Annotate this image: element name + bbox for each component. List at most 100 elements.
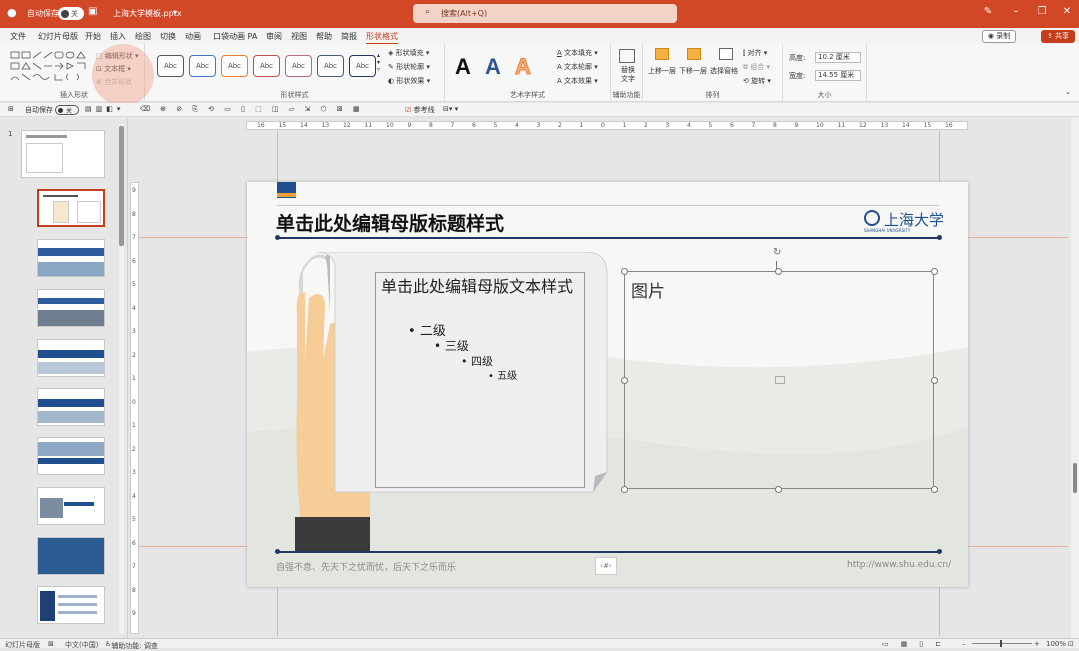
resize-handle-e[interactable] [931,377,938,384]
close-icon[interactable]: ✕ [1059,6,1075,17]
shape-style-7[interactable]: Abc [349,55,376,77]
tab-shape-format[interactable]: 形状格式 [366,31,398,45]
resize-handle-ne[interactable] [931,268,938,275]
tab-help[interactable]: 帮助 [316,31,332,42]
selection-pane-icon[interactable] [719,48,733,60]
wordart-style-blue[interactable]: A [485,54,501,80]
zoom-in-button[interactable]: + [1034,640,1040,648]
thumbnail-layout-4[interactable] [37,339,105,377]
slide-number-placeholder[interactable]: ‹#› [595,557,617,575]
tab-file[interactable]: 文件 [10,31,26,42]
text-outline-button[interactable]: A 文本轮廓 ▾ [557,62,598,72]
tab-transitions[interactable]: 切换 [160,31,176,42]
thumbnail-layout-8[interactable] [37,537,105,575]
share-button[interactable]: ⇪ 共享 [1041,30,1075,43]
resize-handle-s[interactable] [775,486,782,493]
tab-draw[interactable]: 绘图 [135,31,151,42]
thumbnail-layout-6[interactable] [37,437,105,475]
content-placeholder[interactable]: 单击此处编辑母版文本样式 • 二级 • 三级 • 四级 • 五级 [375,272,585,488]
text-level-1[interactable]: 单击此处编辑母版文本样式 [381,277,581,297]
tab-home[interactable]: 开始 [85,31,101,42]
text-level-3[interactable]: • 三级 [434,337,469,354]
wordart-style-orange[interactable]: A [515,54,532,80]
tab-review[interactable]: 审阅 [266,31,282,42]
shape-style-4[interactable]: Abc [253,55,280,77]
view-buttons[interactable]: ▭▦▯⊏ [882,640,953,648]
pen-icon[interactable]: ✎ [980,6,996,17]
align-button[interactable]: ⫿ 对齐 ▾ [743,48,767,58]
tab-animations[interactable]: 动画 [185,31,201,42]
resize-handle-w[interactable] [621,377,628,384]
tab-insert[interactable]: 插入 [110,31,126,42]
thumbnail-layout-7[interactable] [37,487,105,525]
text-effects-button[interactable]: A 文本效果 ▾ [557,76,598,86]
thumbnail-layout-2[interactable] [37,239,105,277]
shape-style-5[interactable]: Abc [285,55,312,77]
zoom-level[interactable]: 100% [1046,640,1066,648]
zoom-out-button[interactable]: – [962,640,966,648]
search-input[interactable]: ⌕ 搜索(Alt+Q) [413,4,677,23]
qat-icons-a[interactable]: ▤▥◧▾ [85,105,124,113]
tab-slide-master[interactable]: 幻灯片母版 [38,31,78,42]
main-scrollbar[interactable] [1071,118,1079,638]
qat-icons-b[interactable]: ⌫ ⊕ ⊘ ⎘ ⟲ ▭ ▯ ⬚ ◫ ▱ ⇲ ⬡ ⊠ ▦ [140,105,364,114]
send-backward-button[interactable]: 下移一层 [679,66,707,76]
picture-placeholder[interactable]: 图片 [624,271,934,489]
thumbnail-layout-5[interactable] [37,388,105,426]
selection-pane-button[interactable]: 选择窗格 [710,66,738,76]
resize-handle-nw[interactable] [621,268,628,275]
reference-line-checkbox[interactable]: ☑ 参考线 [405,105,435,115]
save-icon[interactable]: ▣ [88,6,97,17]
thumbnail-scroll-thumb[interactable] [119,126,124,246]
wordart-style-black[interactable]: A [455,54,471,80]
qat-autosave-toggle[interactable]: 关 [55,105,79,115]
minimize-icon[interactable]: – [1008,6,1024,17]
bring-forward-icon[interactable] [655,48,669,60]
zoom-slider-thumb[interactable] [1000,640,1002,647]
file-name[interactable]: 上海大学模板.pptx [113,8,182,19]
tab-pocket-animation[interactable]: 口袋动画 PA [213,31,257,42]
width-input[interactable]: 14.55 厘米 [815,70,861,81]
resize-handle-se[interactable] [931,486,938,493]
text-fill-button[interactable]: A 文本填充 ▾ [557,48,598,58]
text-level-5[interactable]: • 五级 [488,367,517,382]
thumbnail-layout-3[interactable] [37,289,105,327]
shape-effects-button[interactable]: ◐ 形状效果 ▾ [388,76,430,86]
thumbnail-layout-9[interactable] [37,586,105,624]
height-input[interactable]: 10.2 厘米 [815,52,861,63]
thumbnail-layout-1[interactable] [37,189,105,227]
status-spelling-icon[interactable]: ⊠ [48,640,54,648]
bring-forward-button[interactable]: 上移一层 [648,66,676,76]
qat-more-icon[interactable]: ⊟▾ ▾ [443,105,458,113]
thumbnail-scrollbar[interactable] [119,124,124,634]
fit-slide-icon[interactable]: ⊡ [1068,640,1074,648]
rotate-button[interactable]: ⟲ 旋转 ▾ [743,76,771,86]
main-scroll-thumb[interactable] [1073,463,1077,493]
autosave-toggle[interactable]: 关 [58,7,84,20]
picture-icon[interactable] [775,376,785,384]
shapes-gallery[interactable] [10,50,88,84]
qat-layout-icon[interactable]: ⊞ [8,105,14,113]
shape-style-6[interactable]: Abc [317,55,344,77]
chevron-down-icon[interactable]: ▾ [173,8,177,17]
styles-scroll-icon[interactable]: ▴ ▾ ▿ [377,52,380,73]
tab-view[interactable]: 视图 [291,31,307,42]
status-language[interactable]: 中文(中国) [65,640,98,650]
resize-handle-n[interactable] [775,268,782,275]
status-accessibility[interactable]: ♿ 辅助功能: 调查 [105,640,158,650]
shape-style-3[interactable]: Abc [221,55,248,77]
footer-motto[interactable]: 自强不息、先天下之忧而忧，后天下之乐而乐 [276,560,456,573]
tab-briefing[interactable]: 简报 [341,31,357,42]
zoom-slider[interactable] [972,643,1032,644]
collapse-ribbon-icon[interactable]: ⌄ [1065,88,1071,96]
alt-text-icon[interactable] [619,49,635,63]
slide-title[interactable]: 单击此处编辑母版标题样式 [276,209,504,236]
thumbnail-master[interactable] [21,130,105,178]
group-button[interactable]: ⧉ 组合 ▾ [743,62,770,72]
rotate-handle-icon[interactable]: ↻ [773,247,781,258]
resize-handle-sw[interactable] [621,486,628,493]
send-backward-icon[interactable] [687,48,701,60]
shape-style-1[interactable]: Abc [157,55,184,77]
shape-style-2[interactable]: Abc [189,55,216,77]
footer-url[interactable]: http://www.shu.edu.cn/ [847,560,951,570]
